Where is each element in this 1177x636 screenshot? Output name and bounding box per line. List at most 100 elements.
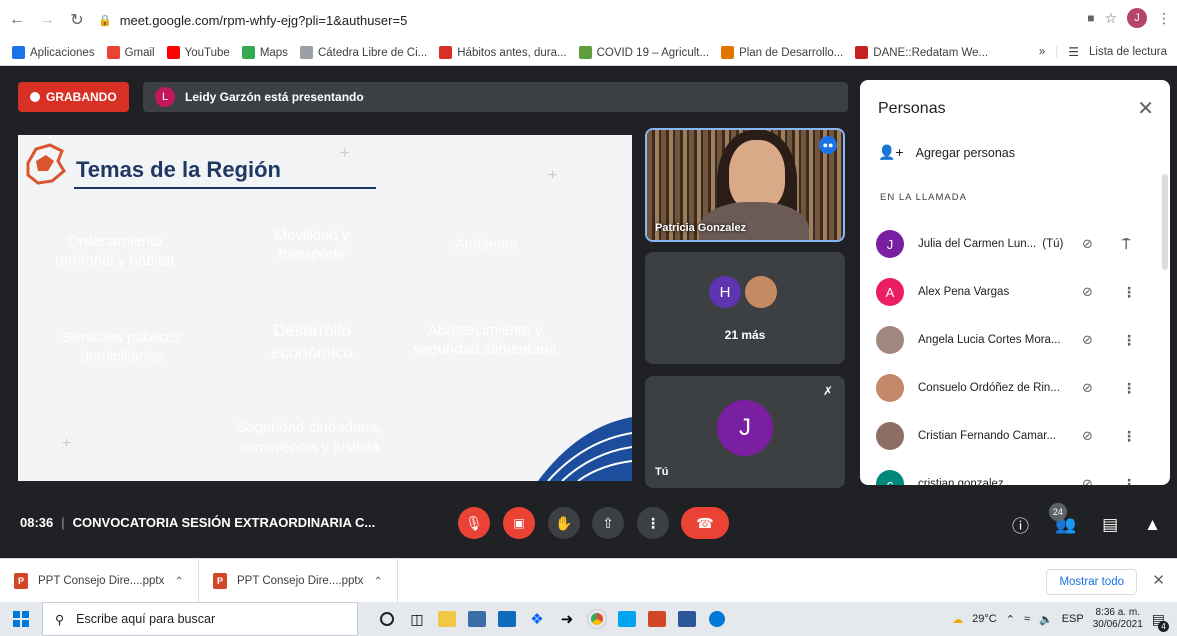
people-panel: Personas ✕ 👤+ Agregar personas EN LA LLA…	[860, 80, 1170, 485]
bookmark-item[interactable]: Plan de Desarrollo...	[721, 46, 843, 59]
participant-row[interactable]: A Alex Pena Vargas ⊘ ⋮	[860, 268, 1160, 316]
notifications-icon[interactable]: ▤ 4	[1152, 611, 1169, 632]
chevron-up-icon[interactable]: ⌃	[373, 574, 383, 588]
store-icon[interactable]	[462, 602, 492, 636]
chevron-up-icon[interactable]: ⌃	[1006, 613, 1015, 626]
chrome-icon[interactable]	[582, 602, 612, 636]
info-icon[interactable]: ⓘ	[1012, 512, 1029, 537]
taskbar-search[interactable]: ⚲ Escribe aquí para buscar	[42, 602, 358, 636]
participant-row[interactable]: c cristian gonzalez ⊘ ⋮	[860, 460, 1160, 485]
download-item[interactable]: P PPT Consejo Dire....pptx ⌃	[199, 559, 398, 602]
word-icon[interactable]	[672, 602, 702, 636]
url-text: meet.google.com/rpm-whfy-ejg?pli=1&authu…	[119, 12, 408, 28]
bookmark-item[interactable]: Gmail	[106, 46, 155, 59]
download-filename: PPT Consejo Dire....pptx	[38, 574, 165, 587]
more-vert-icon[interactable]: ⋮	[1122, 380, 1136, 397]
participant-name: Cristian Fernando Camar...	[918, 430, 1068, 442]
pptx-file-icon: P	[14, 572, 28, 589]
powerpoint-icon[interactable]	[642, 602, 672, 636]
leave-call-button[interactable]: ☎	[681, 507, 729, 539]
bookmark-item[interactable]: COVID 19 – Agricult...	[578, 46, 710, 59]
bookmark-item[interactable]: Cátedra Libre de Ci...	[299, 46, 427, 59]
bookmark-label: COVID 19 – Agricult...	[596, 46, 710, 59]
participant-name-text: Julia del Carmen Lun...	[918, 238, 1037, 250]
chevron-up-icon[interactable]: ⌃	[174, 574, 184, 588]
scrollbar[interactable]	[1162, 174, 1168, 270]
participant-name: cristian gonzalez	[918, 478, 1068, 485]
more-bookmarks-button[interactable]: »	[1039, 46, 1045, 58]
participant-name: Patricia Gonzalez	[655, 222, 747, 234]
temperature[interactable]: 29°C	[972, 613, 997, 625]
tile-label: Servicios públicos domiciliarios	[61, 328, 183, 366]
add-person-icon: 👤+	[878, 144, 904, 160]
close-icon[interactable]: ✕	[1152, 571, 1165, 589]
dropbox-icon[interactable]: ❖	[522, 602, 552, 636]
activities-icon[interactable]: ▲	[1144, 515, 1161, 535]
camera-toggle-button[interactable]: ▣	[503, 507, 535, 539]
people-icon[interactable]: 👥 24	[1048, 502, 1076, 535]
participant-video-tile[interactable]: ●● Patricia Gonzalez	[645, 128, 845, 242]
more-options-button[interactable]: ⋮	[637, 507, 669, 539]
browser-chrome: ← → ↻ 🔒 meet.google.com/rpm-whfy-ejg?pli…	[0, 0, 1177, 66]
camera-icon[interactable]: ■	[1087, 11, 1094, 25]
self-video-tile[interactable]: ✗ J Tú	[645, 376, 845, 488]
presenting-banner: L Leidy Garzón está presentando	[143, 82, 848, 112]
help-icon[interactable]	[702, 602, 732, 636]
bookmarks-list: Aplicaciones Gmail YouTube Maps Cátedra Libr…	[0, 46, 1000, 59]
show-all-button[interactable]: Mostrar todo	[1046, 569, 1137, 595]
more-participants-tile[interactable]: H 21 más	[645, 252, 845, 364]
star-icon[interactable]: ☆	[1104, 10, 1117, 27]
network-icon[interactable]: ≈	[1024, 613, 1030, 625]
start-button[interactable]	[0, 602, 42, 636]
more-vert-icon[interactable]: ⋮	[1122, 332, 1136, 349]
search-icon: ⚲	[55, 612, 65, 627]
raise-hand-button[interactable]: ✋	[548, 507, 580, 539]
participant-row[interactable]: Consuelo Ordóñez de Rin... ⊘ ⋮	[860, 364, 1160, 412]
bookmark-item[interactable]: Maps	[241, 46, 288, 59]
mic-toggle-button[interactable]: 🎙	[458, 507, 490, 539]
participant-avatar: A	[876, 278, 904, 306]
reload-icon[interactable]: ↻	[66, 9, 88, 31]
file-explorer-icon[interactable]	[432, 602, 462, 636]
cortana-icon[interactable]	[372, 602, 402, 636]
close-icon[interactable]: ✕	[1137, 96, 1154, 121]
forward-arrow-icon[interactable]: →	[36, 9, 58, 31]
present-button[interactable]: ⇧	[592, 507, 624, 539]
task-view-icon[interactable]: ◫	[402, 602, 432, 636]
mail-icon[interactable]	[492, 602, 522, 636]
more-vert-icon[interactable]: ⋮	[1122, 428, 1136, 445]
participant-row[interactable]: Angela Lucia Cortes Mora... ⊘ ⋮	[860, 316, 1160, 364]
more-vert-icon[interactable]: ⋮	[1122, 476, 1136, 486]
bookmark-item[interactable]: Aplicaciones	[12, 46, 95, 59]
notification-count: 4	[1158, 620, 1169, 632]
meeting-title: CONVOCATORIA SESIÓN EXTRAORDINARIA C...	[72, 515, 376, 530]
download-item[interactable]: P PPT Consejo Dire....pptx ⌃	[0, 559, 199, 602]
profile-avatar[interactable]: J	[1127, 8, 1147, 28]
participant-row[interactable]: Cristian Fernando Camar... ⊘ ⋮	[860, 412, 1160, 460]
add-people-button[interactable]: 👤+ Agregar personas	[878, 144, 1015, 161]
lightning-app-icon[interactable]: ➜	[552, 602, 582, 636]
bookmark-item[interactable]: DANE::Redatam We...	[855, 46, 988, 59]
more-vert-icon[interactable]: ⋮	[1122, 284, 1136, 301]
url-bar[interactable]: 🔒 meet.google.com/rpm-whfy-ejg?pli=1&aut…	[98, 6, 1108, 34]
participant-row[interactable]: J Julia del Carmen Lun... (Tú) ⊘ ⍑	[860, 220, 1160, 268]
hand-icon: ✋	[555, 514, 573, 531]
chat-icon[interactable]: ▤	[1102, 515, 1118, 535]
reading-list-button[interactable]: Lista de lectura	[1089, 46, 1167, 58]
speaking-indicator-icon: ●●	[819, 136, 837, 154]
menu-dots-icon[interactable]: ⋮	[1157, 10, 1171, 27]
participant-avatar: H	[709, 276, 741, 308]
language-indicator[interactable]: ESP	[1062, 613, 1084, 625]
recording-badge[interactable]: GRABANDO	[18, 82, 129, 112]
volume-icon[interactable]: 🔈	[1039, 613, 1053, 626]
clock[interactable]: 8:36 a. m. 30/06/2021	[1093, 607, 1143, 631]
self-suffix: (Tú)	[1042, 238, 1064, 250]
bookmark-item[interactable]: Hábitos antes, dura...	[439, 46, 567, 59]
app-icon[interactable]	[612, 602, 642, 636]
tile-label: Movilidad y transporte	[274, 226, 350, 264]
tile-label: Ambiente	[454, 236, 518, 254]
toolbar-right: ■ ☆ J ⋮	[1087, 8, 1171, 28]
bookmark-item[interactable]: YouTube	[166, 46, 230, 59]
back-arrow-icon[interactable]: ←	[6, 9, 28, 31]
pin-icon[interactable]: ⍑	[1122, 236, 1130, 253]
